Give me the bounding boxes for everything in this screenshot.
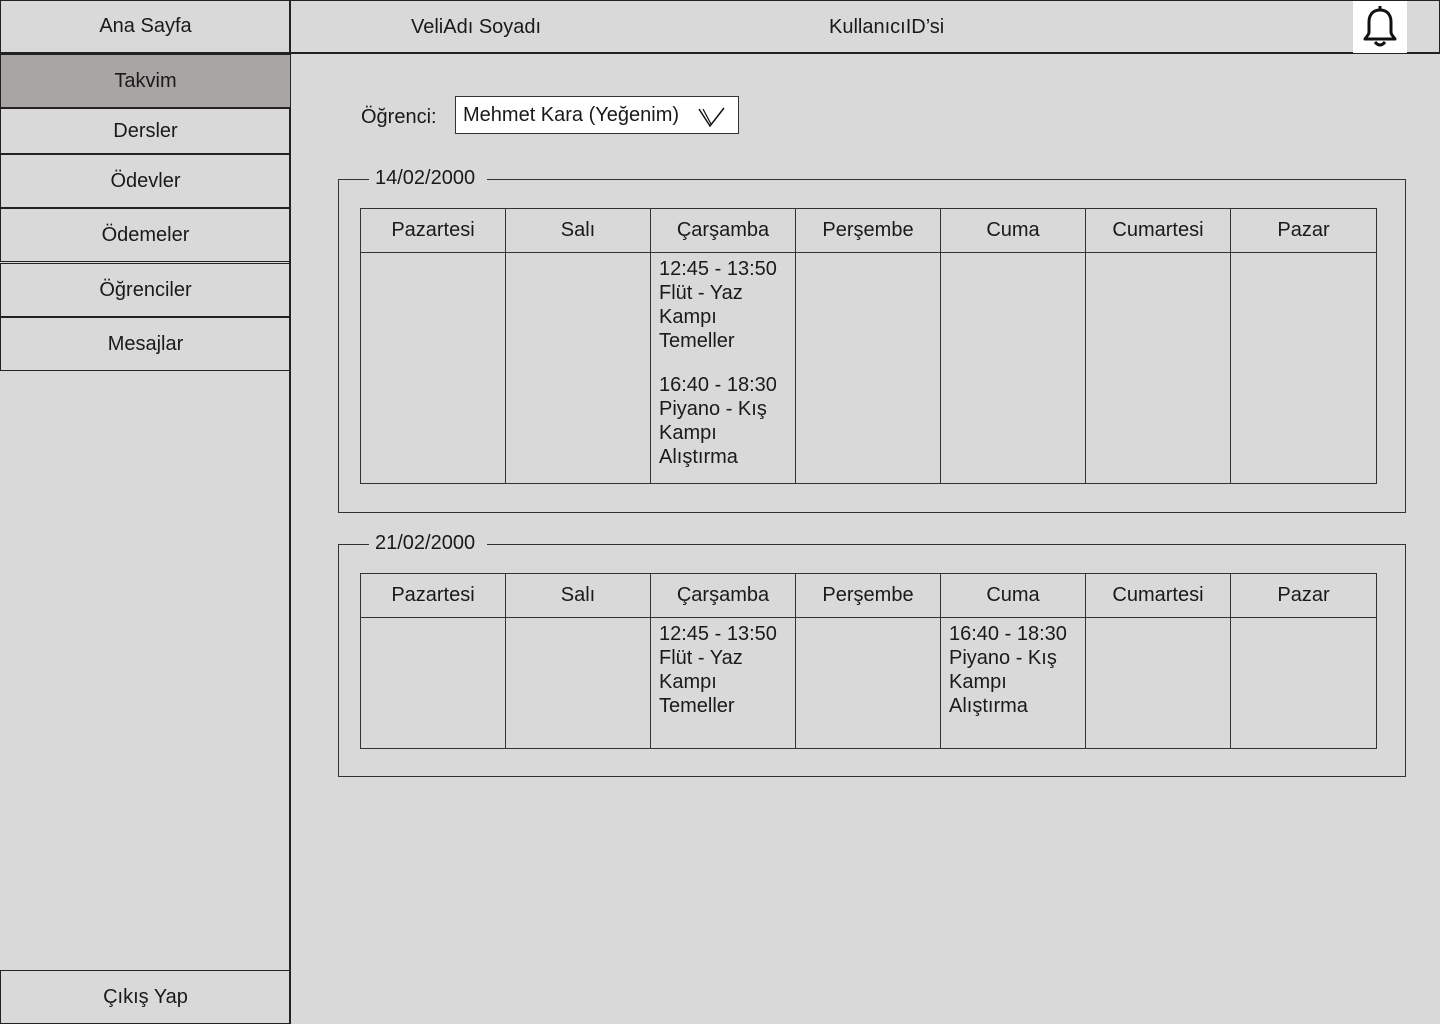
top-bar: VeliAdı Soyadı KullanıcıID’si	[290, 0, 1440, 54]
week-calendar: Pazartesi Salı Çarşamba Perşembe Cuma Cumarte…	[360, 208, 1377, 484]
day-cell-pazar[interactable]	[1231, 253, 1376, 483]
day-cell-cumartesi[interactable]	[1086, 253, 1231, 483]
day-cell-carsamba[interactable]: 12:45 - 13:50 Flüt - Yaz Kampı Temeller	[651, 618, 796, 748]
sidebar-item-mesajlar[interactable]: Mesajlar	[0, 317, 291, 371]
bell-icon	[1363, 6, 1397, 47]
day-header-sali: Salı	[506, 209, 651, 253]
week-date: 14/02/2000	[369, 166, 488, 190]
week-date: 21/02/2000	[369, 531, 488, 555]
day-header-sali: Salı	[506, 574, 651, 618]
event-time: 12:45 - 13:50	[659, 623, 777, 645]
notifications-button[interactable]	[1353, 1, 1407, 53]
day-cell-persembe[interactable]	[796, 253, 941, 483]
event-title-line: Flüt - Yaz	[659, 282, 743, 304]
day-header-persembe: Perşembe	[796, 209, 941, 253]
day-cell-sali[interactable]	[506, 253, 651, 483]
day-header-persembe: Perşembe	[796, 574, 941, 618]
week-panel: 21/02/2000 Pazartesi Salı Çarşamba Perşembe…	[338, 531, 1406, 777]
event-title-line: Alıştırma	[659, 446, 738, 468]
logout-button[interactable]: Çıkış Yap	[0, 970, 291, 1024]
user-id: KullanıcıID’si	[829, 16, 945, 38]
student-select[interactable]: Mehmet Kara (Yeğenim)	[455, 96, 739, 134]
calendar-event[interactable]: 16:40 - 18:30 Piyano - Kış Kampı Alıştırma	[949, 622, 1077, 718]
day-header-cuma: Cuma	[941, 209, 1086, 253]
event-title-line: Kampı	[659, 422, 717, 444]
day-cell-pazar[interactable]	[1231, 618, 1376, 748]
event-time: 16:40 - 18:30	[659, 374, 777, 396]
student-select-value: Mehmet Kara (Yeğenim)	[463, 103, 680, 126]
event-title-line: Piyano - Kış	[949, 647, 1057, 669]
event-title-line: Temeller	[659, 330, 735, 352]
week-panel: 14/02/2000 Pazartesi Salı Çarşamba Perşembe…	[338, 166, 1406, 513]
day-header-pazartesi: Pazartesi	[361, 574, 506, 618]
day-header-cumartesi: Cumartesi	[1086, 209, 1231, 253]
day-cell-cuma[interactable]	[941, 253, 1086, 483]
day-cell-pazartesi[interactable]	[361, 253, 506, 483]
event-title-line: Alıştırma	[949, 695, 1028, 717]
chevron-down-icon	[698, 107, 725, 128]
sidebar-item-takvim[interactable]: Takvim	[0, 54, 291, 108]
event-title-line: Temeller	[659, 695, 735, 717]
day-header-carsamba: Çarşamba	[651, 574, 796, 618]
event-title-line: Kampı	[659, 671, 717, 693]
event-time: 16:40 - 18:30	[949, 623, 1067, 645]
day-header-pazartesi: Pazartesi	[361, 209, 506, 253]
day-header-carsamba: Çarşamba	[651, 209, 796, 253]
day-header-pazar: Pazar	[1231, 574, 1376, 618]
event-time: 12:45 - 13:50	[659, 258, 777, 280]
day-cell-cuma[interactable]: 16:40 - 18:30 Piyano - Kış Kampı Alıştırma	[941, 618, 1086, 748]
sidebar-item-dersler[interactable]: Dersler	[0, 108, 291, 154]
event-title-line: Piyano - Kış	[659, 398, 767, 420]
day-cell-carsamba[interactable]: 12:45 - 13:50 Flüt - Yaz Kampı Temeller 16:4…	[651, 253, 796, 483]
day-cell-sali[interactable]	[506, 618, 651, 748]
week-calendar: Pazartesi Salı Çarşamba Perşembe Cuma Cumarte…	[360, 573, 1377, 749]
event-title-line: Kampı	[949, 671, 1007, 693]
student-label: Öğrenci:	[361, 106, 437, 128]
sidebar-home-link[interactable]: Ana Sayfa	[0, 0, 291, 54]
event-title-line: Flüt - Yaz	[659, 647, 743, 669]
user-name: VeliAdı Soyadı	[411, 16, 542, 38]
day-cell-persembe[interactable]	[796, 618, 941, 748]
sidebar-item-ogrenciler[interactable]: Öğrenciler	[0, 263, 291, 317]
day-header-pazar: Pazar	[1231, 209, 1376, 253]
calendar-event[interactable]: 12:45 - 13:50 Flüt - Yaz Kampı Temeller	[659, 257, 787, 353]
day-cell-pazartesi[interactable]	[361, 618, 506, 748]
day-header-cumartesi: Cumartesi	[1086, 574, 1231, 618]
sidebar-item-odevler[interactable]: Ödevler	[0, 154, 291, 208]
event-title-line: Kampı	[659, 306, 717, 328]
sidebar: Ana Sayfa Takvim Dersler Ödevler Ödemele…	[0, 0, 291, 1024]
day-cell-cumartesi[interactable]	[1086, 618, 1231, 748]
calendar-event[interactable]: 12:45 - 13:50 Flüt - Yaz Kampı Temeller	[659, 622, 787, 718]
calendar-event[interactable]: 16:40 - 18:30 Piyano - Kış Kampı Alıştırma	[659, 373, 787, 469]
sidebar-item-odemeler[interactable]: Ödemeler	[0, 208, 291, 262]
day-header-cuma: Cuma	[941, 574, 1086, 618]
